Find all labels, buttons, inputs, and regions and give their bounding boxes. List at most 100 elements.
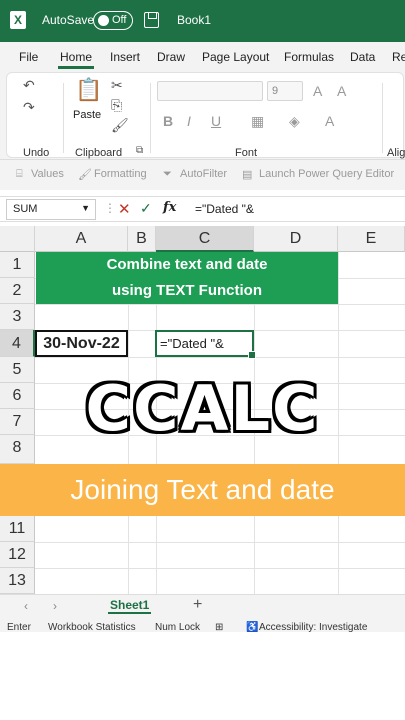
num-lock-indicator: Num Lock xyxy=(155,622,201,632)
ccalc-logo-text: CCALC xyxy=(85,372,320,445)
tab-home[interactable]: Home xyxy=(60,50,92,64)
workbook-statistics-button[interactable]: Workbook Statistics xyxy=(48,622,136,632)
autosave-label: AutoSave xyxy=(42,13,95,27)
formatting-button[interactable]: Formatting xyxy=(94,168,147,180)
title-bar: X AutoSave Off Book1 xyxy=(0,0,405,42)
tab-formulas[interactable]: Formulas xyxy=(284,50,334,64)
font-size-dropdown[interactable]: 9 xyxy=(267,81,303,101)
column-header-b[interactable]: B xyxy=(128,226,156,252)
status-mode: Enter xyxy=(7,622,31,632)
name-box[interactable]: SUM ▼ xyxy=(6,199,96,220)
active-tab-indicator xyxy=(58,66,94,69)
title-banner-cell[interactable]: Combine text and date using TEXT Functio… xyxy=(36,252,338,304)
add-sheet-button[interactable]: + xyxy=(193,596,202,614)
italic-icon[interactable]: I xyxy=(187,113,191,129)
separator xyxy=(63,83,64,153)
tab-data[interactable]: Data xyxy=(350,50,375,64)
accessibility-icon: ♿ xyxy=(246,622,259,632)
workbook-name: Book1 xyxy=(177,13,212,27)
separator xyxy=(382,83,383,153)
formula-input[interactable]: ="Dated "& xyxy=(195,202,254,216)
font-group-label: Font xyxy=(235,147,258,159)
chevron-left-icon[interactable]: ‹ xyxy=(24,599,28,613)
ribbon-tabs: File Home Insert Draw Page Layout Formul… xyxy=(0,42,405,70)
gridline xyxy=(35,357,405,358)
tab-review[interactable]: Re xyxy=(392,50,405,64)
filter-icon: ⏷ xyxy=(163,168,172,180)
row-header[interactable]: 3 xyxy=(0,304,35,330)
gridline xyxy=(35,542,405,543)
column-header-d[interactable]: D xyxy=(254,226,338,252)
sheet-bar: ‹ › Sheet1 + xyxy=(0,594,405,618)
alignment-group-label: Alig xyxy=(387,147,405,159)
cell-c4-active[interactable]: ="Dated "& xyxy=(155,330,256,359)
font-color-icon[interactable]: A xyxy=(325,113,334,129)
excel-logo-icon: X xyxy=(10,11,26,29)
row-header[interactable]: 13 xyxy=(0,568,35,594)
borders-icon[interactable]: ▦ xyxy=(251,113,264,130)
copy-icon[interactable]: ⎘ xyxy=(111,97,122,114)
undo-icon[interactable]: ↶ xyxy=(23,77,35,94)
increase-font-icon[interactable]: A xyxy=(313,83,322,99)
undo-group-label: Undo xyxy=(23,147,50,159)
sheet-tab-sheet1[interactable]: Sheet1 xyxy=(108,598,152,614)
values-button[interactable]: Values xyxy=(31,168,64,180)
chevron-down-icon: ▼ xyxy=(81,203,90,213)
autosave-toggle[interactable]: Off xyxy=(93,11,133,30)
clipboard-group-label: Clipboard xyxy=(75,147,123,159)
fill-color-icon[interactable]: ◈ xyxy=(289,113,300,130)
paste-icon[interactable]: 📋 xyxy=(75,77,102,103)
column-header-c[interactable]: C xyxy=(156,226,254,252)
font-size-value: 9 xyxy=(272,85,279,97)
spreadsheet-grid[interactable]: A B C D E 1 2 3 4 5 6 7 8 11 12 13 Combi… xyxy=(0,226,405,594)
chevron-right-icon[interactable]: › xyxy=(53,599,57,613)
cancel-icon[interactable]: ✕ xyxy=(118,200,131,218)
ribbon-panel: ↶ ↷ Undo 📋 Paste ✂ ⎘ 🖌 Clipboard 9 A A B… xyxy=(6,72,405,159)
macro-recording-icon[interactable]: ⊞ xyxy=(215,622,223,632)
column-header-a[interactable]: A xyxy=(35,226,128,252)
more-icon: ⋮ xyxy=(104,201,116,215)
redo-icon[interactable]: ↷ xyxy=(23,99,35,116)
column-header-e[interactable]: E xyxy=(338,226,405,252)
row-header[interactable]: 4 xyxy=(0,330,35,357)
row-header[interactable]: 2 xyxy=(0,278,35,304)
joining-text-banner: Joining Text and date xyxy=(0,464,405,516)
values-icon: ⌸ xyxy=(16,168,23,180)
font-name-dropdown[interactable] xyxy=(157,81,263,101)
cell-a4[interactable]: 30-Nov-22 xyxy=(35,330,128,357)
tab-file[interactable]: File xyxy=(19,50,38,64)
decrease-font-icon[interactable]: A xyxy=(337,83,346,99)
row-header[interactable]: 12 xyxy=(0,542,35,568)
bold-icon[interactable]: B xyxy=(163,113,173,129)
row-header[interactable]: 1 xyxy=(0,252,35,278)
format-painter-icon[interactable]: 🖌 xyxy=(111,117,129,134)
enter-icon[interactable]: ✓ xyxy=(140,200,152,217)
status-bar: Enter Workbook Statistics Num Lock ⊞ ♿ A… xyxy=(0,618,405,632)
autofilter-button[interactable]: AutoFilter xyxy=(180,168,227,180)
toggle-knob-icon xyxy=(98,15,109,26)
save-icon[interactable] xyxy=(144,12,159,28)
tab-page-layout[interactable]: Page Layout xyxy=(202,50,269,64)
separator xyxy=(150,83,151,153)
insert-function-icon[interactable]: fx xyxy=(163,200,176,215)
row-header[interactable]: 11 xyxy=(0,516,35,542)
gridline xyxy=(35,568,405,569)
accessibility-button[interactable]: Accessibility: Investigate xyxy=(259,622,367,632)
select-all-corner[interactable] xyxy=(0,226,35,252)
quick-toolbar: ⌸ Values 🖌 Formatting ⏷ AutoFilter ▤ Lau… xyxy=(0,160,405,190)
cut-icon[interactable]: ✂ xyxy=(111,77,123,94)
formatting-icon: 🖌 xyxy=(78,169,92,181)
underline-icon[interactable]: U xyxy=(211,113,221,129)
tab-insert[interactable]: Insert xyxy=(110,50,140,64)
autosave-state: Off xyxy=(112,14,127,26)
banner-line-1: Combine text and date xyxy=(106,256,268,273)
power-query-button[interactable]: Launch Power Query Editor xyxy=(259,168,394,180)
paste-label[interactable]: Paste xyxy=(73,109,101,121)
power-query-icon: ▤ xyxy=(242,169,253,181)
gridline xyxy=(35,304,405,305)
ribbon: ↶ ↷ Undo 📋 Paste ✂ ⎘ 🖌 Clipboard 9 A A B… xyxy=(0,70,405,160)
tab-draw[interactable]: Draw xyxy=(157,50,185,64)
dialog-launcher-icon[interactable]: ⧉ xyxy=(136,145,143,156)
name-box-value: SUM xyxy=(13,203,38,215)
formula-bar: SUM ▼ ⋮ ✕ ✓ fx ="Dated "& xyxy=(0,196,405,222)
